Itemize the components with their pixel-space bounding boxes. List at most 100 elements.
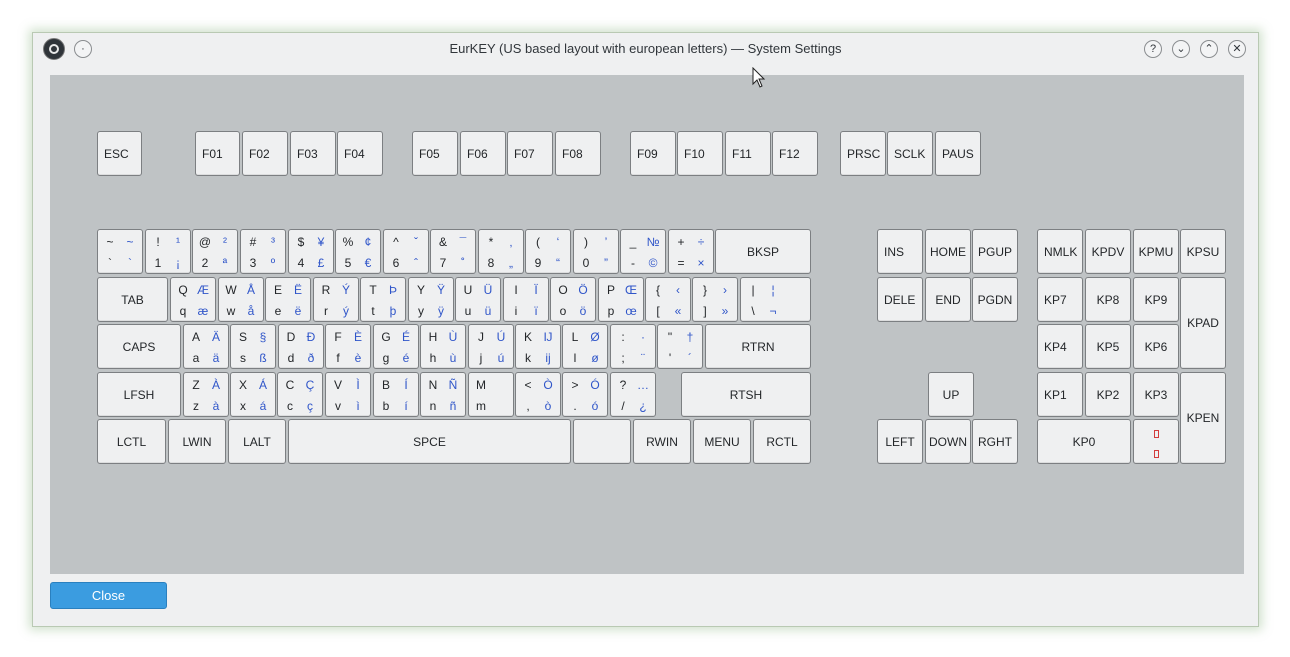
- key-symbol-tr: ¦: [771, 283, 775, 297]
- key-symbol-tr: Ù: [448, 330, 458, 344]
- key-g: GÉgé: [373, 324, 419, 369]
- key-i: I Ïi ï: [503, 277, 549, 322]
- key-symbol-tr: №: [646, 235, 660, 249]
- key-label: LFSH: [123, 387, 155, 402]
- key-kp4: KP4: [1037, 324, 1083, 369]
- key-symbol-bl: s: [240, 351, 246, 365]
- key-symbol-br: ñ: [449, 399, 457, 413]
- key-f01: F01: [195, 131, 240, 176]
- key-symbol-tr: †: [686, 330, 694, 344]
- key-symbol-tl: ): [584, 235, 588, 249]
- key-label: F07: [514, 146, 535, 161]
- minimize-button[interactable]: ⌄: [1172, 40, 1190, 58]
- key-symbol-bl: f: [336, 351, 340, 365]
- key-symbol-tl: ": [667, 330, 673, 344]
- key-symbol-bl: 9: [534, 256, 542, 270]
- help-button[interactable]: ?: [1144, 40, 1162, 58]
- key-kp1: KP1: [1037, 372, 1083, 417]
- key-label: F08: [562, 146, 583, 161]
- key-symbol-tr: ˇ: [414, 235, 418, 249]
- key-symbol-bl: .: [573, 399, 577, 413]
- key-symbol-bl: 1: [154, 256, 162, 270]
- key-symbol-bl: 7: [439, 256, 447, 270]
- key-symbol-tr: ³: [271, 235, 275, 249]
- close-window-button[interactable]: ✕: [1228, 40, 1246, 58]
- key-symbol-br: è: [354, 351, 362, 365]
- key-blank: [1133, 419, 1179, 464]
- key-symbol-tl: I: [514, 283, 518, 297]
- key-symbol-br: º: [270, 256, 276, 270]
- key-symbol-tl: F: [334, 330, 342, 344]
- maximize-button[interactable]: ⌃: [1200, 40, 1218, 58]
- key-lwin: LWIN: [168, 419, 226, 464]
- key-symbol-bl: g: [382, 351, 390, 365]
- key-f09: F09: [630, 131, 676, 176]
- key-kpmu: KPMU: [1133, 229, 1179, 274]
- key-o: OÖoö: [550, 277, 596, 322]
- key-ins: INS: [877, 229, 923, 274]
- key-label: CAPS: [122, 339, 156, 354]
- key-6: ^ ˇ 6 ˆ: [383, 229, 429, 274]
- titlebar: · EurKEY (US based layout with european …: [33, 33, 1258, 65]
- key-label: KP3: [1144, 387, 1168, 402]
- key-label: KP7: [1044, 292, 1067, 307]
- key-symbol-br: ø: [591, 351, 599, 365]
- key-8: * ‚ 8 „: [478, 229, 524, 274]
- key-symbol-bl: o: [559, 304, 567, 318]
- key-symbol-tl: R: [321, 283, 331, 297]
- key-symbol-tr: ²: [223, 235, 227, 249]
- key-symbol-tl: _: [629, 235, 637, 249]
- key-sym54: : ·; ¨: [610, 324, 656, 369]
- key-kpen: KPEN: [1180, 372, 1226, 464]
- key-v: VÌv ì: [325, 372, 371, 417]
- key-label: SCLK: [894, 146, 926, 161]
- key-label: RTSH: [729, 387, 763, 402]
- key-j: JÚjú: [468, 324, 514, 369]
- key-rwin: RWIN: [633, 419, 691, 464]
- key-symbol-tl: |: [751, 283, 755, 297]
- key-symbol-tr: È: [353, 330, 362, 344]
- key-symbol-tr: Æ: [197, 283, 209, 297]
- key-symbol-bl: ]: [703, 304, 707, 318]
- key-symbol-br: ë: [294, 304, 302, 318]
- key-symbol-tr: ÷: [697, 235, 705, 249]
- key-u: UÜuü: [455, 277, 501, 322]
- key-4: $ ¥4 £: [288, 229, 334, 274]
- key-t: TÞtþ: [360, 277, 406, 322]
- key-symbol-tr: Í: [404, 378, 408, 392]
- key-label: KP5: [1096, 339, 1120, 354]
- key-symbol-bl: =: [677, 256, 685, 270]
- key-0: ) ’ 0 ”: [573, 229, 619, 274]
- key-lalt: LALT: [228, 419, 286, 464]
- key-symbol-bl: i: [514, 304, 518, 318]
- key-kp5: KP5: [1085, 324, 1131, 369]
- key-k: KĲkĳ: [515, 324, 561, 369]
- key-symbol-tr: Ý: [341, 283, 350, 297]
- key-symbol-tl: X: [238, 378, 247, 392]
- key-symbol-tr: À: [211, 378, 220, 392]
- key-label: LCTL: [116, 434, 147, 449]
- key-label: KP2: [1096, 387, 1120, 402]
- key-label: F11: [732, 146, 752, 161]
- key-symbol-br: ù: [449, 351, 457, 365]
- key-symbol-br: ´: [688, 351, 692, 365]
- key-r: RÝr ý: [313, 277, 359, 322]
- key-caps: CAPS: [97, 324, 181, 369]
- key-kp9: KP9: [1133, 277, 1179, 322]
- key-kp6: KP6: [1133, 324, 1179, 369]
- key-label: RWIN: [646, 434, 678, 449]
- key-sym55: " † ' ´: [657, 324, 703, 369]
- key-symbol-bl: c: [287, 399, 293, 413]
- keyboard-layout-preview: ESC F01 F02 F03 F04 F05 F06 F07 F08 F09 F10 F11 F12 P…: [50, 75, 1244, 574]
- key-f12: F12: [772, 131, 818, 176]
- key-l: LØlø: [562, 324, 608, 369]
- key-label: F12: [779, 146, 800, 161]
- key-symbol-tl: S: [238, 330, 247, 344]
- key-symbol-br: ü: [484, 304, 492, 318]
- key-symbol-tr: …: [637, 378, 649, 392]
- key-label: KP0: [1072, 434, 1096, 449]
- key-f08: F08: [555, 131, 601, 176]
- close-button[interactable]: Close: [50, 582, 167, 609]
- key-symbol-tl: @: [198, 235, 212, 249]
- key-symbol-tl: B: [381, 378, 390, 392]
